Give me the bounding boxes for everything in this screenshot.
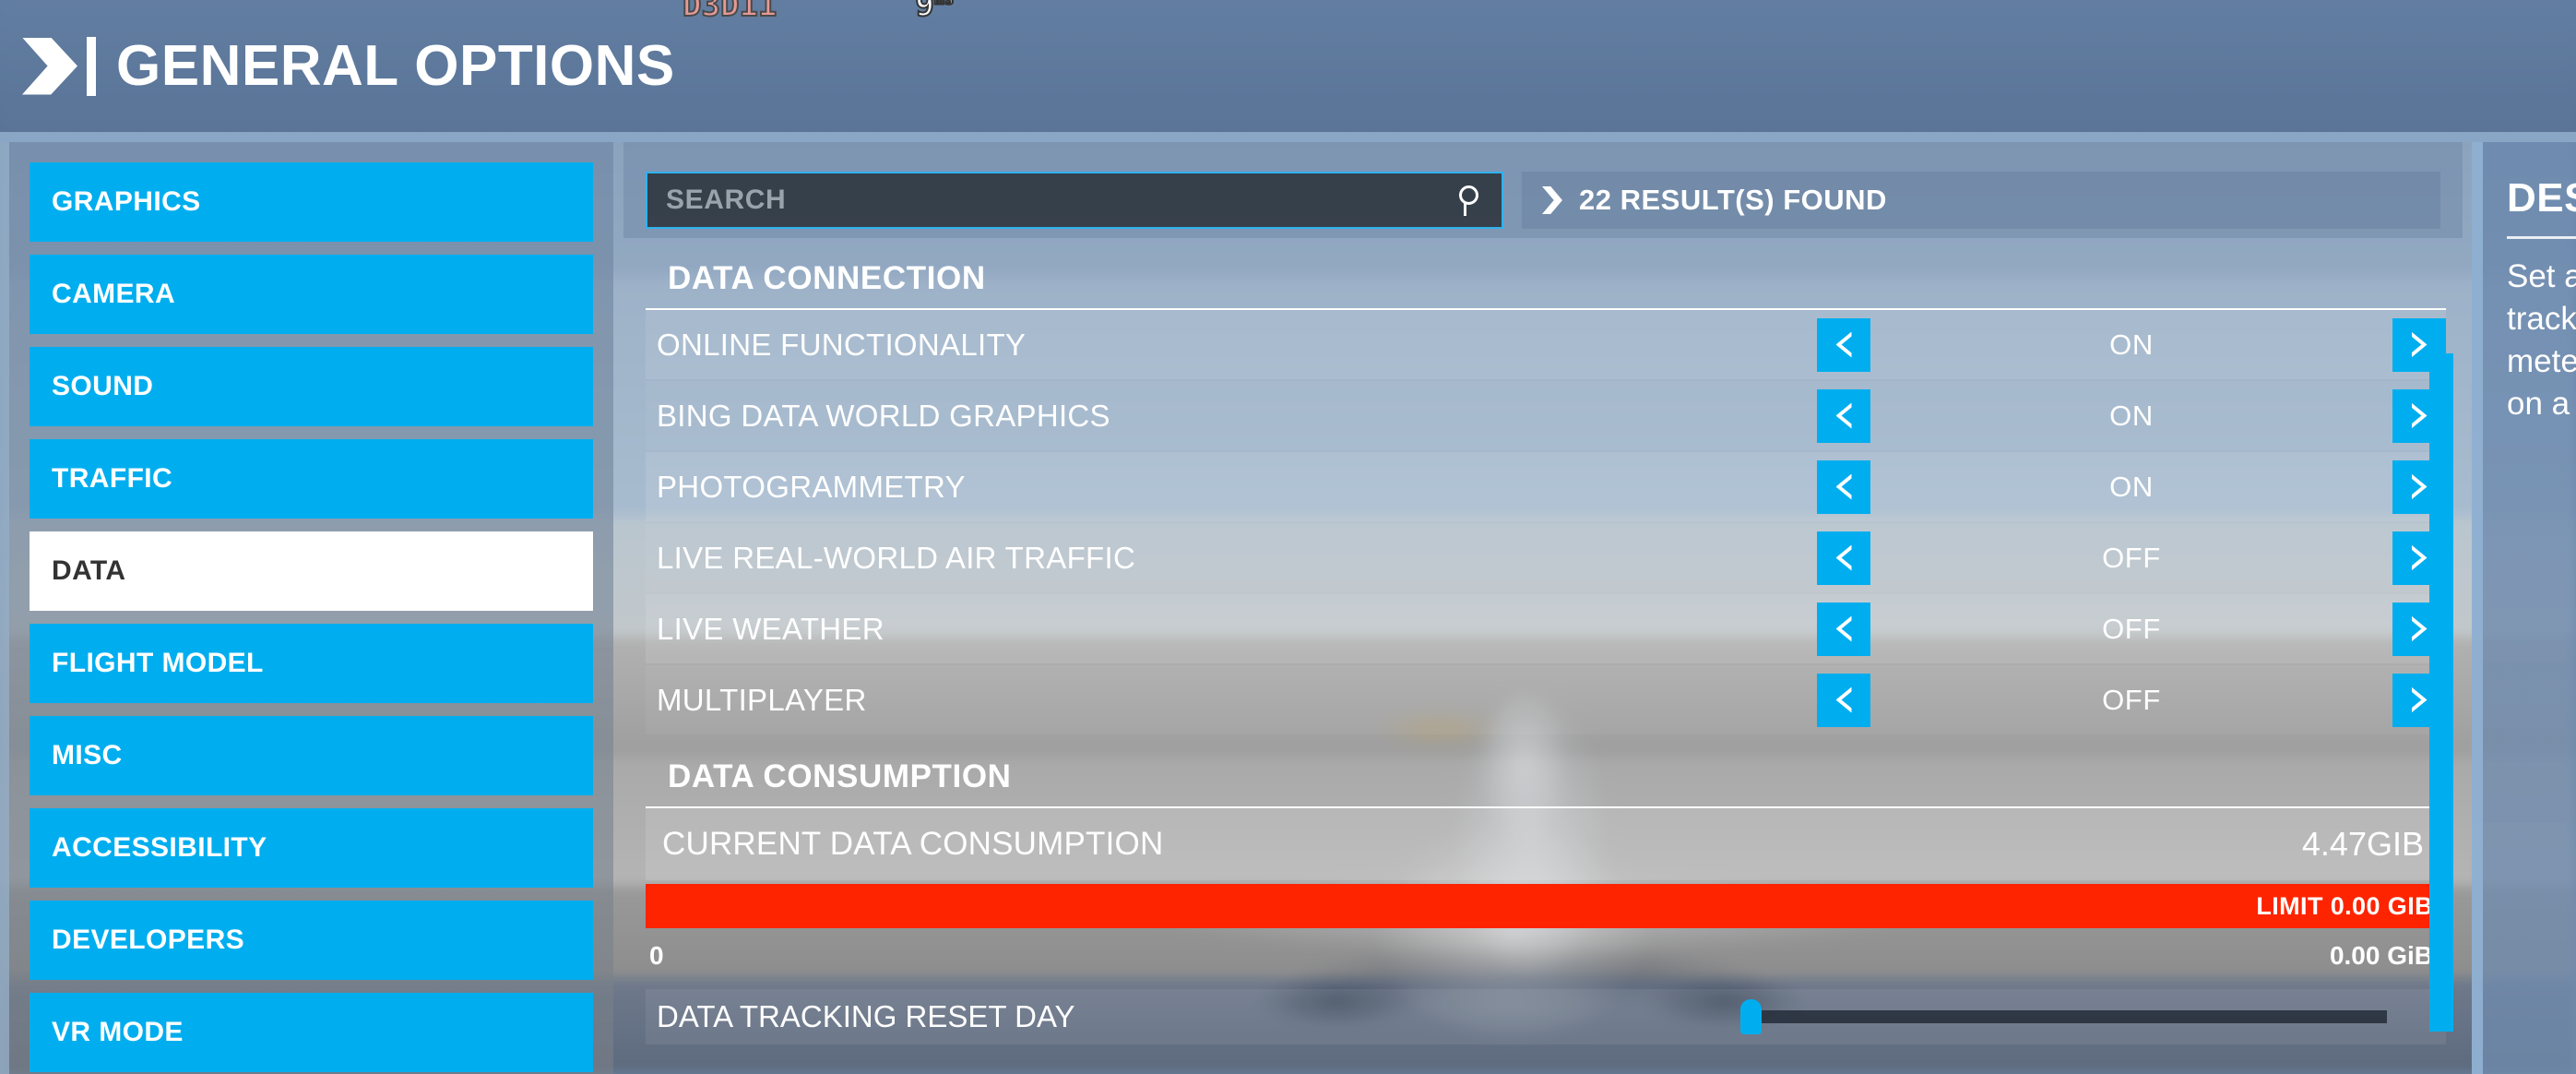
sidebar-item-camera[interactable]: CAMERA — [30, 255, 593, 334]
content-scrollbar-thumb[interactable] — [2429, 353, 2453, 1032]
sidebar-item-misc[interactable]: MISC — [30, 716, 593, 795]
setting-label: LIVE REAL-WORLD AIR TRAFFIC — [657, 540, 1136, 575]
scale-max-label: 0.00 GiB — [2329, 941, 2433, 970]
setting-value: OFF — [2102, 541, 2161, 574]
title-divider — [87, 36, 96, 96]
chevron-right-icon — [1542, 186, 1562, 214]
setting-row-live-real-world-air-traffic[interactable]: LIVE REAL-WORLD AIR TRAFFIC OFF — [646, 523, 2446, 592]
header-underline — [0, 132, 2576, 142]
sidebar-item-label: ACCESSIBILITY — [52, 832, 267, 863]
magnifier-icon[interactable] — [1455, 185, 1487, 216]
chevron-left-icon[interactable] — [1817, 388, 1870, 443]
chevron-left-icon[interactable] — [1817, 317, 1870, 372]
sidebar-item-label: CAMERA — [52, 279, 176, 309]
setting-row-live-weather[interactable]: LIVE WEATHER OFF — [646, 594, 2446, 663]
reset-day-slider[interactable] — [1740, 999, 2387, 1034]
sidebar-item-label: VR MODE — [52, 1017, 184, 1047]
setting-label: DATA TRACKING RESET DAY — [657, 999, 1075, 1033]
content-scrollbar-track[interactable] — [2429, 353, 2453, 1074]
settings-scroll-area: DATA CONNECTION ONLINE FUNCTIONALITY ON … — [623, 238, 2463, 1074]
scale-min-label: 0 — [649, 941, 664, 970]
description-title: DESCRIPTION — [2507, 175, 2576, 221]
setting-label: LIVE WEATHER — [657, 611, 884, 646]
sidebar-item-label: SOUND — [52, 371, 154, 401]
search-results-banner: 22 RESULT(S) FOUND — [1522, 172, 2440, 229]
chevron-left-icon[interactable] — [1817, 673, 1870, 727]
section-title: DATA CONSUMPTION — [646, 746, 2446, 808]
search-input[interactable]: SEARCH — [646, 172, 1503, 229]
setting-label: MULTIPLAYER — [657, 682, 867, 717]
setting-label: BING DATA WORLD GRAPHICS — [657, 398, 1110, 433]
page-title: GENERAL OPTIONS — [116, 33, 675, 98]
setting-label: PHOTOGRAMMETRY — [657, 469, 966, 504]
perf-frametime: 9ms — [914, 0, 955, 25]
perf-graphics-api: D3D11 — [682, 0, 778, 25]
setting-row-data-tracking-reset-day[interactable]: DATA TRACKING RESET DAY 1 — [646, 989, 2446, 1044]
sidebar-item-flight-model[interactable]: FLIGHT MODEL — [30, 624, 593, 703]
search-results-count: 22 RESULT(S) FOUND — [1579, 184, 1887, 216]
sidebar-item-traffic[interactable]: TRAFFIC — [30, 439, 593, 519]
setting-row-bing-data-world-graphics[interactable]: BING DATA WORLD GRAPHICS ON — [646, 381, 2446, 450]
description-body: Set a track mete on a — [2507, 258, 2576, 422]
chevron-left-icon[interactable] — [1817, 459, 1870, 514]
sidebar-item-label: DATA — [52, 555, 126, 586]
search-placeholder: SEARCH — [666, 185, 787, 215]
data-limit-label: LIMIT 0.00 GIB — [2256, 891, 2433, 920]
sidebar-item-accessibility[interactable]: ACCESSIBILITY — [30, 808, 593, 888]
data-limit-progress-bar: LIMIT 0.00 GIB — [646, 884, 2446, 928]
setting-value: OFF — [2102, 683, 2161, 716]
description-divider — [2507, 236, 2576, 239]
settings-sidebar: GRAPHICS CAMERA SOUND TRAFFIC DATA FLIGH… — [0, 142, 613, 1074]
sidebar-item-label: DEVELOPERS — [52, 925, 245, 955]
setting-value: ON — [2109, 399, 2154, 432]
sidebar-item-label: TRAFFIC — [52, 463, 173, 494]
sidebar-item-label: MISC — [52, 740, 123, 770]
chevron-left-icon[interactable] — [1817, 531, 1870, 585]
section-title: DATA CONNECTION — [646, 247, 2446, 310]
chevron-left-icon[interactable] — [1817, 602, 1870, 656]
description-panel: DESCRIPTION Set a track mete on a — [2472, 142, 2576, 1074]
setting-label: ONLINE FUNCTIONALITY — [657, 327, 1027, 362]
sidebar-item-label: GRAPHICS — [52, 186, 201, 217]
back-chevron-icon[interactable] — [22, 37, 77, 95]
page-header: GENERAL OPTIONS — [0, 0, 2576, 132]
sidebar-item-developers[interactable]: DEVELOPERS — [30, 901, 593, 980]
search-toolbar: SEARCH 22 RESULT(S) FOUND — [623, 142, 2463, 238]
section-data-consumption: DATA CONSUMPTION — [623, 736, 2463, 808]
sidebar-item-graphics[interactable]: GRAPHICS — [30, 162, 593, 242]
current-data-consumption-value: 4.47GIB — [2301, 825, 2424, 863]
sidebar-item-sound[interactable]: SOUND — [30, 347, 593, 426]
setting-row-multiplayer[interactable]: MULTIPLAYER OFF — [646, 665, 2446, 734]
setting-value: ON — [2109, 470, 2154, 503]
slider-handle[interactable] — [1740, 999, 1762, 1034]
current-data-consumption-row: CURRENT DATA CONSUMPTION 4.47GIB — [646, 808, 2446, 880]
current-data-consumption-label: CURRENT DATA CONSUMPTION — [662, 826, 1164, 862]
data-limit-scale: 0 0.00 GiB — [646, 932, 2446, 980]
setting-row-online-functionality[interactable]: ONLINE FUNCTIONALITY ON — [646, 310, 2446, 379]
settings-main-panel: SEARCH 22 RESULT(S) FOUND DATA CONNECTIO… — [623, 142, 2463, 1074]
setting-row-photogrammetry[interactable]: PHOTOGRAMMETRY ON — [646, 452, 2446, 521]
setting-value: OFF — [2102, 612, 2161, 645]
sidebar-item-data[interactable]: DATA — [30, 531, 593, 611]
section-data-connection: DATA CONNECTION — [623, 238, 2463, 310]
performance-overlay: D3D11 9ms — [682, 0, 956, 25]
setting-value: ON — [2109, 328, 2154, 361]
sidebar-item-vr-mode[interactable]: VR MODE — [30, 993, 593, 1072]
sidebar-item-label: FLIGHT MODEL — [52, 648, 264, 678]
